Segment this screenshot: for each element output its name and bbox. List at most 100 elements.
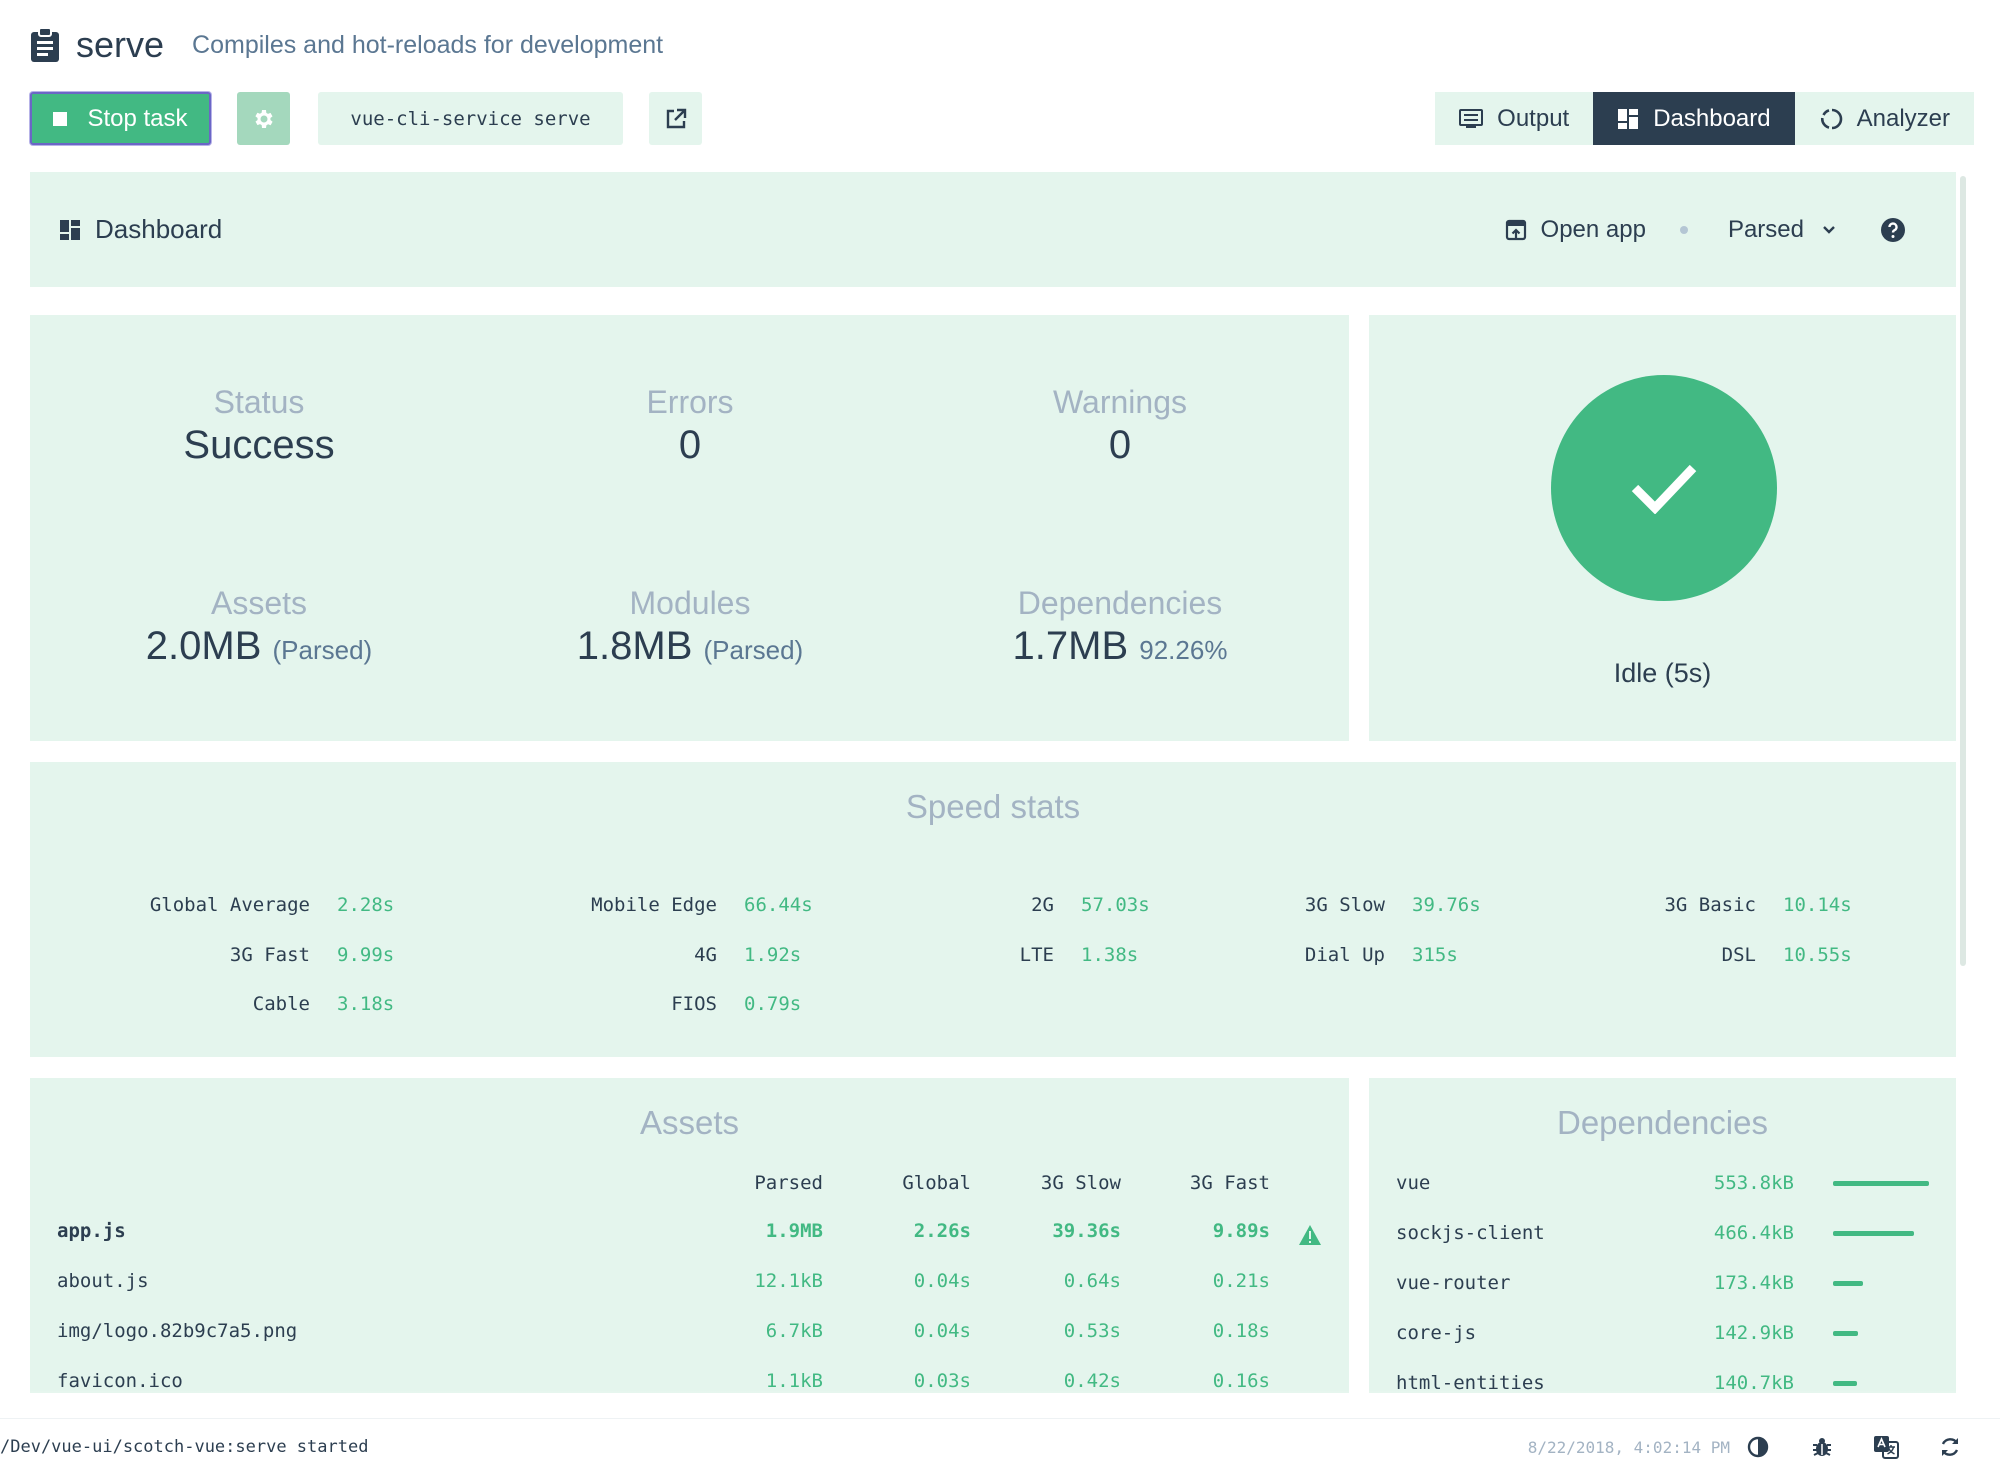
tab-output-label: Output (1497, 104, 1570, 132)
task-header: serve Compiles and hot-reloads for devel… (30, 22, 663, 68)
speed-stats-title: Speed stats (905, 788, 1081, 825)
dependency-name: core-js (1396, 1322, 1477, 1344)
status-bar: /Dev/vue-ui/scotch-vue:serve started 8/2… (0, 1418, 2000, 1475)
asset-name: about.js (57, 1270, 149, 1292)
stat-status: Status Success (94, 384, 424, 468)
stat-assets-size: 2.0MB (145, 624, 262, 668)
speed-stat-label: Cable (252, 993, 310, 1015)
dashboard-icon (60, 219, 80, 240)
speed-stat-label: 3G Fast (229, 944, 310, 966)
refresh-icon (1941, 1438, 1959, 1456)
speed-stat-label: 4G (694, 944, 717, 966)
status-bar-actions (1726, 1431, 1982, 1463)
open-app-label: Open app (1540, 215, 1646, 243)
dark-mode-button[interactable] (1726, 1431, 1790, 1463)
stat-errors: Errors 0 (525, 384, 855, 468)
stat-assets: Assets 2.0MB (Parsed) (94, 585, 424, 669)
dependency-size: 173.4kB (1713, 1272, 1794, 1294)
help-icon[interactable] (1880, 217, 1906, 243)
command-display: vue-cli-service serve (318, 92, 623, 145)
tab-analyzer-label: Analyzer (1856, 104, 1950, 132)
open-app-button[interactable]: Open app (1505, 216, 1646, 244)
asset-fast: 0.18s (1212, 1320, 1270, 1342)
asset-global: 2.26s (913, 1220, 971, 1242)
speed-stat-value: 1.38s (1081, 944, 1139, 966)
speed-stat-value: 315s (1412, 944, 1458, 966)
dependency-row: vue 553.8kB (1369, 1172, 1956, 1202)
clipboard-icon (31, 28, 59, 62)
speed-stat-value: 39.76s (1412, 894, 1481, 916)
dashboard-heading: Dashboard (59, 172, 222, 287)
speed-stat-label: Mobile Edge (591, 894, 717, 916)
asset-slow: 0.42s (1063, 1370, 1121, 1392)
asset-parsed: 1.1kB (765, 1370, 823, 1392)
asset-parsed: 6.7kB (765, 1320, 823, 1342)
speed-stat-label: Global Average (149, 894, 310, 916)
asset-name: app.js (57, 1220, 126, 1242)
translate-icon (1874, 1436, 1899, 1459)
speed-stat-label: Dial Up (1304, 944, 1385, 966)
stat-modules: Modules 1.8MB (Parsed) (525, 585, 855, 669)
dependencies-panel: Dependencies vue 553.8kB sockjs-client 466.… (1369, 1078, 1956, 1393)
scroll-fade (0, 1390, 2000, 1418)
tab-dashboard[interactable]: Dashboard (1593, 92, 1795, 145)
stat-warnings-label: Warnings (1053, 384, 1187, 420)
tab-output[interactable]: Output (1435, 92, 1594, 145)
stat-errors-label: Errors (646, 384, 734, 420)
stop-task-button[interactable]: Stop task (30, 92, 211, 145)
dashboard-title: Dashboard (95, 214, 223, 244)
asset-parsed: 12.1kB (754, 1270, 823, 1292)
external-link-icon (666, 108, 686, 128)
stop-task-label: Stop task (87, 104, 188, 132)
dashboard-icon (1618, 108, 1639, 129)
asset-row[interactable]: img/logo.82b9c7a5.png 6.7kB 0.04s 0.53s 0.18… (30, 1320, 1349, 1350)
open-external-button[interactable] (649, 92, 702, 145)
dependency-name: sockjs-client (1396, 1222, 1545, 1244)
asset-slow: 0.53s (1063, 1320, 1121, 1342)
stat-modules-value: 1.8MB (Parsed) (525, 624, 855, 669)
speed-stat-value: 10.14s (1783, 894, 1852, 916)
stat-dependencies-size: 1.7MB (1012, 624, 1129, 668)
task-title: serve (76, 24, 165, 65)
dependency-row: vue-router 173.4kB (1369, 1272, 1956, 1302)
stat-dependencies-value: 1.7MB 92.26% (955, 624, 1285, 669)
speed-stat-value: 9.99s (337, 944, 395, 966)
warning-icon (1299, 1225, 1321, 1245)
speed-stat-value: 2.28s (337, 894, 395, 916)
task-settings-button[interactable] (237, 92, 290, 145)
bug-icon (1813, 1438, 1831, 1456)
tab-dashboard-label: Dashboard (1653, 104, 1771, 132)
speed-stat-label: 3G Basic (1664, 894, 1756, 916)
size-mode-value: Parsed (1727, 215, 1804, 243)
dependency-row: core-js 142.9kB (1369, 1322, 1956, 1352)
speed-stat-label: DSL (1721, 944, 1756, 966)
task-description: Compiles and hot-reloads for development (192, 30, 664, 59)
stat-assets-label: Assets (210, 585, 308, 621)
asset-global: 0.03s (913, 1370, 971, 1392)
translate-button[interactable] (1854, 1431, 1918, 1463)
dependency-size-bar (1833, 1331, 1858, 1336)
asset-global: 0.04s (913, 1270, 971, 1292)
size-mode-select[interactable]: Parsed (1728, 216, 1836, 244)
stat-dependencies-label: Dependencies (1017, 585, 1223, 621)
tab-analyzer[interactable]: Analyzer (1794, 92, 1974, 145)
stop-icon (53, 111, 68, 126)
stat-warnings-value: 0 (1108, 423, 1132, 467)
page-scrollbar[interactable] (1960, 176, 1966, 966)
output-icon (1459, 108, 1484, 128)
asset-parsed: 1.9MB (765, 1220, 823, 1242)
stat-dependencies-note: 92.26% (1139, 635, 1228, 665)
speed-stat-value: 57.03s (1081, 894, 1150, 916)
assets-column-global: Global (902, 1172, 971, 1194)
report-bug-button[interactable] (1790, 1431, 1854, 1463)
assets-panel: Assets Parsed Global 3G Slow 3G Fast app… (30, 1078, 1349, 1393)
last-log-message[interactable]: /Dev/vue-ui/scotch-vue:serve started (0, 1437, 368, 1457)
refresh-button[interactable] (1918, 1431, 1982, 1463)
asset-row[interactable]: app.js 1.9MB 2.26s 39.36s 9.89s (30, 1220, 1349, 1250)
asset-fast: 0.16s (1212, 1370, 1270, 1392)
asset-slow: 0.64s (1063, 1270, 1121, 1292)
stat-dependencies: Dependencies 1.7MB 92.26% (955, 585, 1285, 669)
dependency-size-bar (1833, 1231, 1914, 1236)
asset-row[interactable]: about.js 12.1kB 0.04s 0.64s 0.21s (30, 1270, 1349, 1300)
open-in-browser-icon (1505, 219, 1526, 240)
